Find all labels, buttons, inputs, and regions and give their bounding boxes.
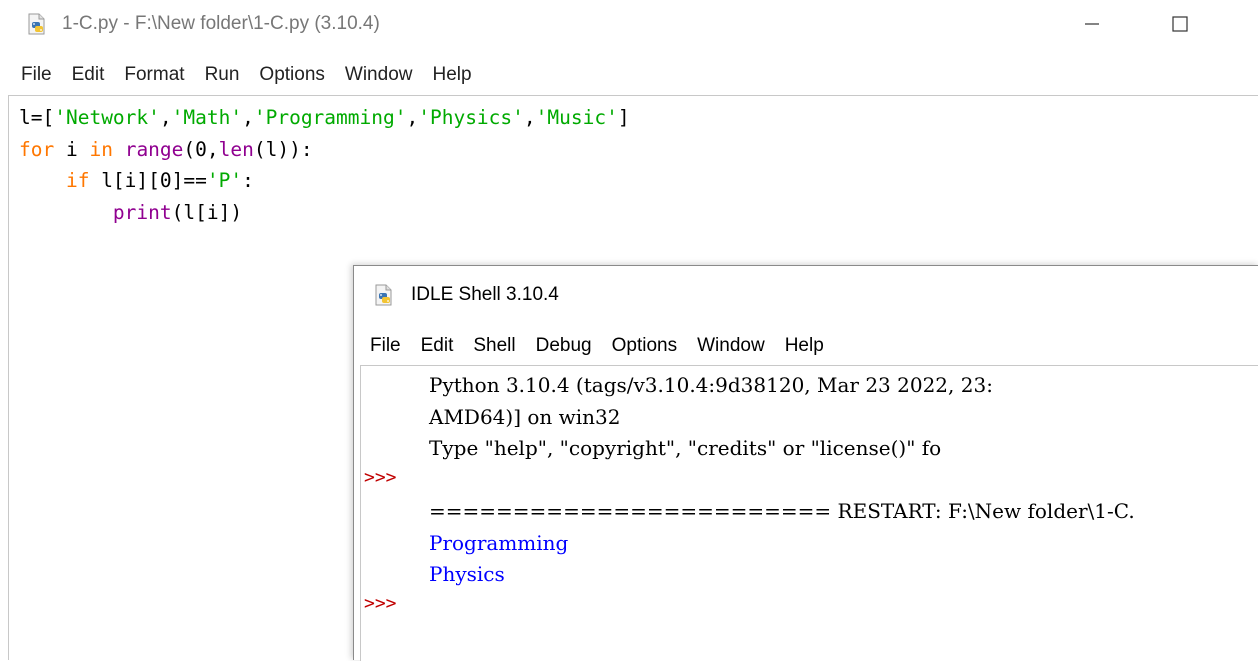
code-line-2: for i in range(0,len(l)):: [19, 137, 313, 161]
python-file-icon: [25, 12, 49, 36]
shell-output[interactable]: Python 3.10.4 (tags/v3.10.4:9d38120, Mar…: [417, 365, 1258, 661]
code-line-4: print(l[i]): [112, 200, 243, 224]
menu-options[interactable]: Options: [248, 64, 333, 86]
banner-line: AMD64)] on win32: [429, 404, 621, 429]
shell-menu-window[interactable]: Window: [686, 335, 774, 357]
editor-menubar: File Edit Format Run Options Window Help: [0, 58, 1258, 92]
restart-line: ======================== RESTART: F:\New…: [429, 499, 1135, 523]
prompt-gutter: >>> >>>: [360, 365, 418, 661]
shell-menubar: File Edit Shell Debug Options Window Hel…: [354, 329, 833, 363]
python-shell-icon: [372, 283, 396, 307]
shell-prompt: >>>: [364, 467, 397, 488]
shell-menu-help[interactable]: Help: [774, 335, 833, 357]
menu-format[interactable]: Format: [113, 64, 193, 86]
code-text[interactable]: l=['Network','Math','Programming','Physi…: [19, 102, 630, 228]
shell-title: IDLE Shell 3.10.4: [411, 284, 559, 305]
window-title: 1-C.py - F:\New folder\1-C.py (3.10.4): [62, 13, 380, 34]
output-line: Programming: [429, 530, 569, 555]
output-line: Physics: [429, 562, 505, 586]
code-line-1: l=['Network','Math','Programming','Physi…: [19, 106, 630, 129]
shell-prompt: >>>: [364, 593, 397, 614]
menu-run[interactable]: Run: [194, 64, 249, 86]
code-line-3: if l[i][0]=='P':: [65, 169, 254, 192]
menu-edit[interactable]: Edit: [61, 64, 114, 86]
shell-text[interactable]: Python 3.10.4 (tags/v3.10.4:9d38120, Mar…: [429, 370, 1135, 591]
maximize-button[interactable]: [1157, 6, 1203, 42]
shell-menu-edit[interactable]: Edit: [410, 335, 463, 357]
editor-titlebar[interactable]: 1-C.py - F:\New folder\1-C.py (3.10.4): [0, 0, 1258, 52]
shell-menu-shell[interactable]: Shell: [462, 335, 524, 357]
shell-window: IDLE Shell 3.10.4 File Edit Shell Debug …: [353, 265, 1258, 661]
banner-line: Type "help", "copyright", "credits" or "…: [429, 436, 942, 460]
menu-file[interactable]: File: [0, 64, 61, 86]
shell-menu-debug[interactable]: Debug: [525, 335, 601, 357]
menu-help[interactable]: Help: [421, 64, 480, 86]
banner-line: Python 3.10.4 (tags/v3.10.4:9d38120, Mar…: [429, 373, 993, 397]
shell-menu-file[interactable]: File: [354, 335, 410, 357]
minimize-icon: [1085, 23, 1099, 25]
maximize-icon: [1172, 16, 1188, 32]
menu-window[interactable]: Window: [334, 64, 422, 86]
shell-menu-options[interactable]: Options: [601, 335, 686, 357]
minimize-button[interactable]: [1069, 6, 1115, 42]
